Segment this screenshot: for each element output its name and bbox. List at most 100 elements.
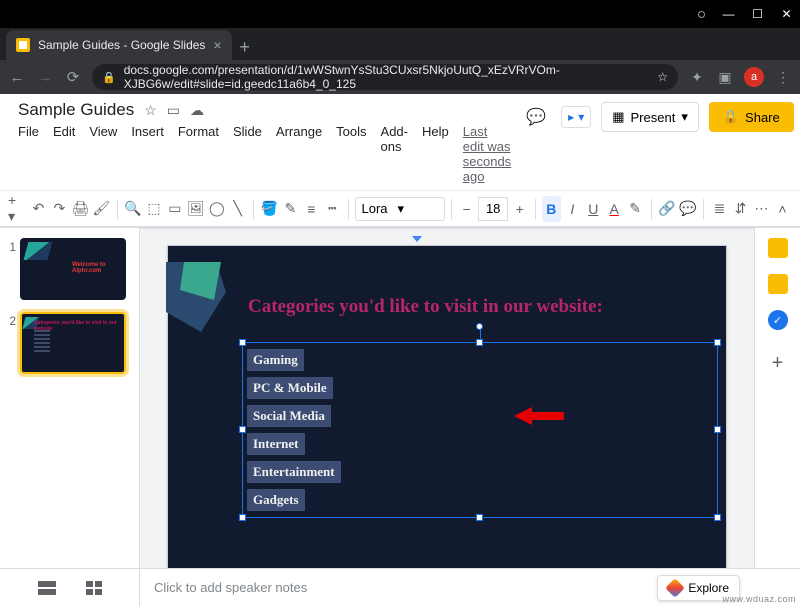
speaker-notes-input[interactable]: Click to add speaker notes (140, 580, 657, 595)
share-button[interactable]: 🔒 Share (709, 102, 794, 132)
align-button[interactable]: ≣ (710, 196, 729, 222)
star-icon[interactable]: ☆ (144, 102, 157, 119)
add-comment-button[interactable]: 💬 (678, 196, 697, 222)
more-button[interactable]: ⋯ (752, 196, 771, 222)
textbox-button[interactable]: ▭ (165, 196, 184, 222)
font-size-input[interactable] (478, 197, 508, 221)
text-color-button[interactable]: A (605, 196, 624, 222)
resize-handle[interactable] (239, 426, 246, 433)
border-color-button[interactable]: ✎ (281, 196, 300, 222)
selected-text-box[interactable]: Gaming PC & Mobile Social Media Internet… (242, 342, 718, 518)
font-size-decrease[interactable]: − (457, 196, 476, 222)
slides-favicon-icon (16, 38, 30, 52)
menu-bar: File Edit View Insert Format Slide Arran… (18, 120, 511, 190)
menu-insert[interactable]: Insert (131, 124, 164, 184)
add-addon-button[interactable]: + (772, 352, 784, 375)
cast-icon[interactable]: ▣ (716, 68, 734, 86)
present-button[interactable]: ▦ Present ▾ (601, 102, 699, 132)
redo-button[interactable]: ↷ (50, 196, 69, 222)
comments-button[interactable]: 💬 (521, 102, 551, 132)
list-item[interactable]: PC & Mobile (247, 377, 333, 399)
document-title[interactable]: Sample Guides (18, 100, 134, 120)
nav-reload-button[interactable]: ⟳ (64, 68, 82, 86)
browser-tab[interactable]: Sample Guides - Google Slides × (6, 30, 232, 60)
browser-profile-avatar[interactable]: a (744, 67, 764, 87)
tab-close-button[interactable]: × (213, 37, 221, 53)
resize-handle[interactable] (476, 339, 483, 346)
window-close-button[interactable]: ✕ (781, 9, 792, 20)
menu-view[interactable]: View (89, 124, 117, 184)
menu-arrange[interactable]: Arrange (276, 124, 322, 184)
new-slide-button[interactable]: + ▾ (8, 196, 27, 222)
rotation-handle[interactable] (476, 323, 483, 330)
select-tool-button[interactable]: ⬚ (144, 196, 163, 222)
extensions-icon[interactable]: ✦ (688, 68, 706, 86)
border-weight-button[interactable]: ≡ (302, 196, 321, 222)
resize-handle[interactable] (476, 514, 483, 521)
menu-format[interactable]: Format (178, 124, 219, 184)
list-item[interactable]: Gaming (247, 349, 304, 371)
browser-menu-icon[interactable]: ⋮ (774, 68, 792, 86)
keep-icon[interactable] (768, 274, 788, 294)
resize-handle[interactable] (239, 339, 246, 346)
menu-file[interactable]: File (18, 124, 39, 184)
menu-addons[interactable]: Add-ons (381, 124, 408, 184)
slide-thumbnail-1[interactable]: Welcome toAlphr.com (20, 238, 126, 300)
slide-thumbnail-panel: 1 Welcome toAlphr.com 2 Categories you'd… (0, 228, 140, 568)
list-item[interactable]: Social Media (247, 405, 331, 427)
font-family-select[interactable]: Lora▾ (355, 197, 445, 221)
thumb-number: 2 (6, 312, 16, 328)
calendar-icon[interactable] (768, 238, 788, 258)
resize-handle[interactable] (714, 426, 721, 433)
underline-button[interactable]: U (584, 196, 603, 222)
italic-button[interactable]: I (563, 196, 582, 222)
insert-link-button[interactable]: 🔗 (657, 196, 676, 222)
highlight-button[interactable]: ✎ (626, 196, 645, 222)
paint-format-button[interactable]: 🖌 (92, 196, 111, 222)
last-edit-link[interactable]: Last edit was seconds ago (463, 124, 511, 184)
zoom-button[interactable]: 🔍 (124, 196, 143, 222)
tasks-icon[interactable] (768, 310, 788, 330)
grid-view-button[interactable] (86, 581, 102, 595)
menu-edit[interactable]: Edit (53, 124, 75, 184)
bookmark-star-icon[interactable]: ☆ (657, 70, 668, 84)
shape-button[interactable]: ◯ (207, 196, 226, 222)
menu-help[interactable]: Help (422, 124, 449, 184)
line-spacing-button[interactable]: ⇵ (731, 196, 750, 222)
url-text: docs.google.com/presentation/d/1wWStwnYs… (124, 63, 650, 91)
font-size-increase[interactable]: + (510, 196, 529, 222)
undo-button[interactable]: ↶ (29, 196, 48, 222)
menu-slide[interactable]: Slide (233, 124, 262, 184)
fill-color-button[interactable]: 🪣 (260, 196, 279, 222)
slideshow-dropdown[interactable]: ▸ ▾ (561, 106, 591, 128)
slide-thumbnail-2[interactable]: Categories you'd like to visit in our we… (20, 312, 126, 374)
window-maximize-button[interactable]: ☐ (752, 9, 763, 20)
cloud-saved-icon[interactable]: ☁ (190, 102, 204, 119)
border-dash-button[interactable]: ┅ (323, 196, 342, 222)
print-button[interactable]: 🖨 (71, 196, 90, 222)
line-button[interactable]: ╲ (228, 196, 247, 222)
resize-handle[interactable] (714, 339, 721, 346)
side-panel: + (754, 228, 800, 568)
toolbar-collapse-button[interactable]: ˄ (773, 196, 792, 222)
nav-forward-button[interactable]: → (36, 68, 54, 86)
resize-handle[interactable] (239, 514, 246, 521)
move-icon[interactable]: ▭ (167, 102, 180, 119)
window-titlebar: — ☐ ✕ (0, 0, 800, 28)
lock-icon: 🔒 (102, 71, 116, 84)
image-button[interactable]: 🖼 (186, 196, 205, 222)
slide-canvas[interactable]: Categories you'd like to visit in our we… (167, 245, 727, 568)
list-item[interactable]: Internet (247, 433, 305, 455)
window-minimize-button[interactable]: — (723, 9, 734, 20)
menu-tools[interactable]: Tools (336, 124, 366, 184)
new-tab-button[interactable]: + (232, 34, 258, 60)
thumb-number: 1 (6, 238, 16, 254)
address-bar[interactable]: 🔒 docs.google.com/presentation/d/1wWStwn… (92, 64, 678, 90)
filmstrip-view-button[interactable] (38, 581, 56, 595)
slide-title-text[interactable]: Categories you'd like to visit in our we… (248, 296, 603, 318)
nav-back-button[interactable]: ← (8, 68, 26, 86)
list-item[interactable]: Entertainment (247, 461, 341, 483)
resize-handle[interactable] (714, 514, 721, 521)
bold-button[interactable]: B (542, 196, 561, 222)
list-item[interactable]: Gadgets (247, 489, 305, 511)
